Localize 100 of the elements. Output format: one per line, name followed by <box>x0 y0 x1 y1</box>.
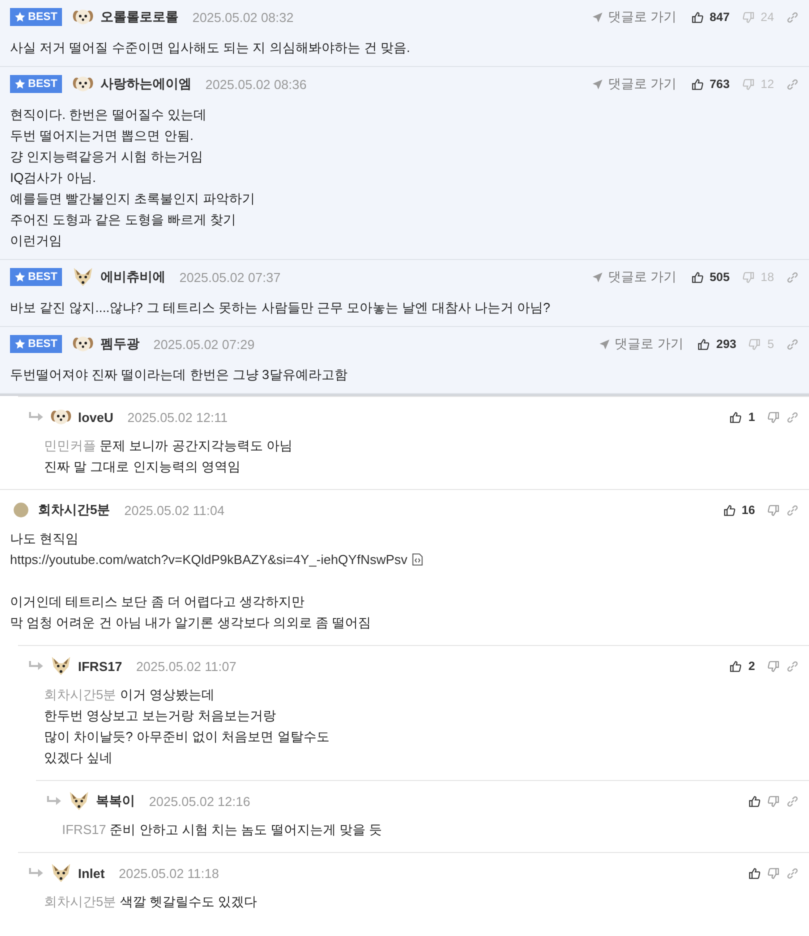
comment-text: 진짜 말 그대로 인지능력의 영역임 <box>44 458 242 476</box>
thumbs-down-icon[interactable] <box>742 78 755 90</box>
thumbs-down-icon[interactable] <box>767 866 780 880</box>
thumbs-up-icon[interactable] <box>690 78 704 90</box>
comment-text: 걍 인지능력같응거 시험 하는거임 <box>10 148 204 166</box>
thumbs-up-icon[interactable] <box>729 660 742 672</box>
comment-text: 이런거임 <box>10 232 63 250</box>
send-icon <box>590 270 604 284</box>
send-icon <box>590 10 604 24</box>
comment-text: 주어진 도형과 같은 도형을 빠르게 찾기 <box>10 211 238 229</box>
comment-text: 바보 같진 않지....않냐? 그 테트리스 못하는 사람들만 근무 모아놓는 날엔 대참사 나는거 아님? <box>10 299 552 317</box>
dislike-count: 18 <box>760 270 774 284</box>
goto-comment-link[interactable]: 댓글로 가기 <box>590 268 677 286</box>
goto-comment-link[interactable]: 댓글로 가기 <box>590 75 677 93</box>
author-name[interactable]: 펨두광 <box>100 335 140 353</box>
thumbs-down-icon[interactable] <box>767 410 780 424</box>
thumbs-down-icon[interactable] <box>767 794 780 808</box>
badge-label: BEST <box>28 338 58 350</box>
comment-date: 2025.05.02 08:32 <box>192 10 294 24</box>
dog-avatar-icon <box>50 655 72 677</box>
thumbs-up-icon[interactable] <box>729 410 742 424</box>
like-count: 847 <box>710 10 730 24</box>
dog-avatar-icon <box>72 266 94 288</box>
like-count: 2 <box>748 659 755 673</box>
author-name[interactable]: IFRS17 <box>78 658 122 674</box>
link-icon[interactable] <box>786 270 799 284</box>
author-name[interactable]: 회차시간5분 <box>38 501 110 519</box>
comment-text: 두번떨어져야 진짜 떨이라는데 한번은 그냥 3달유예라고함 <box>10 366 348 384</box>
star-icon <box>15 339 25 349</box>
comment-text: 막 엄청 어려운 건 아님 내가 알기론 생각보다 의외로 좀 떨어짐 <box>10 614 372 632</box>
link-icon[interactable] <box>786 410 799 424</box>
badge-label: BEST <box>28 11 58 23</box>
reply-arrow-icon <box>28 660 44 672</box>
thumbs-up-icon[interactable] <box>697 338 710 350</box>
comment-text: 준비 안하고 시험 치는 놈도 떨어지는게 맞을 듯 <box>110 822 382 837</box>
comment-text: IQ검사가 아님. <box>10 169 97 187</box>
comment-date: 2025.05.02 07:29 <box>153 336 255 352</box>
comment-text: 문제 보니까 공간지각능력도 아님 <box>100 438 292 453</box>
star-icon <box>15 79 25 89</box>
goto-comment-link[interactable]: 댓글로 가기 <box>590 8 677 26</box>
comment-text: 있겠다 싶네 <box>44 749 114 767</box>
thumbs-up-icon[interactable] <box>690 270 704 284</box>
url-link[interactable]: https://youtube.com/watch?v=KQldP9kBAZY&si=4Y_-iehQYfNswPsv <box>10 549 408 570</box>
thumbs-up-icon[interactable] <box>690 10 704 24</box>
dislike-count: 24 <box>760 10 774 24</box>
comment-text: 두번 떨어지는거면 뽑으면 안됨. <box>10 127 194 145</box>
send-icon <box>598 338 611 350</box>
comment-text: 색깔 헷갈릴수도 있겠다 <box>120 894 258 909</box>
thumbs-down-icon[interactable] <box>742 10 755 24</box>
author-name[interactable]: Inlet <box>78 866 105 880</box>
star-icon <box>15 12 25 22</box>
like-count: 1 <box>748 410 755 424</box>
send-icon <box>590 78 604 90</box>
like-count: 505 <box>710 270 730 284</box>
link-icon[interactable] <box>786 78 799 90</box>
author-name[interactable]: 에비츄비에 <box>100 268 166 286</box>
comment-text: 나도 현직임 <box>10 530 80 548</box>
reply-arrow-icon <box>46 795 62 807</box>
link-icon[interactable] <box>786 10 799 24</box>
link-icon[interactable] <box>786 794 799 808</box>
thumbs-up-icon[interactable] <box>722 504 736 516</box>
link-icon[interactable] <box>786 338 799 350</box>
comment-date: 2025.05.02 08:36 <box>205 76 307 92</box>
dog-avatar-icon <box>50 862 72 884</box>
reply-arrow-icon <box>28 867 44 879</box>
comment-text: 많이 차이날듯? 아무준비 없이 처음보면 얼탈수도 <box>44 728 330 746</box>
link-icon[interactable] <box>786 866 799 880</box>
thumbs-up-icon[interactable] <box>748 866 761 880</box>
goto-comment-link[interactable]: 댓글로 가기 <box>598 335 684 353</box>
author-name[interactable]: loveU <box>78 410 114 424</box>
comment-date: 2025.05.02 12:16 <box>149 794 250 808</box>
thumbs-down-icon[interactable] <box>748 338 762 350</box>
comment-text: 이거 영상봤는데 <box>120 687 214 702</box>
author-name[interactable]: 오롤롤로로롤 <box>100 8 178 26</box>
thumbs-down-icon[interactable] <box>767 660 780 672</box>
badge-label: BEST <box>28 271 58 283</box>
dislike-count: 5 <box>767 337 774 351</box>
comment-date: 2025.05.02 11:18 <box>118 866 219 880</box>
comment-date: 2025.05.02 11:07 <box>136 658 236 674</box>
dislike-count: 12 <box>760 77 774 91</box>
like-count: 763 <box>710 77 730 91</box>
author-name[interactable]: 사랑하는에이엠 <box>100 75 192 93</box>
thumbs-down-icon[interactable] <box>767 504 780 516</box>
comment-text: 사실 저거 떨어질 수준이면 입사해도 되는 지 의심해봐야하는 건 맞음. <box>10 39 412 57</box>
thumbs-up-icon[interactable] <box>748 794 761 808</box>
like-count: 16 <box>742 503 755 517</box>
link-icon[interactable] <box>786 504 799 516</box>
comment-date: 2025.05.02 11:04 <box>124 502 224 518</box>
comment-text: 한두번 영상보고 보는거랑 처음보는거랑 <box>44 707 277 725</box>
link-icon[interactable] <box>786 660 799 672</box>
reply-arrow-icon <box>28 411 44 423</box>
star-icon <box>15 272 25 282</box>
thumbs-down-icon[interactable] <box>742 270 755 284</box>
comment-date: 2025.05.02 07:37 <box>179 270 281 284</box>
embed-icon[interactable] <box>411 553 424 566</box>
author-name[interactable]: 복복이 <box>96 792 135 810</box>
like-count: 293 <box>716 337 736 351</box>
comment-date: 2025.05.02 12:11 <box>127 410 228 424</box>
comment-text: 예를들면 빨간불인지 초록불인지 파악하기 <box>10 190 256 208</box>
badge-label: BEST <box>28 78 58 90</box>
